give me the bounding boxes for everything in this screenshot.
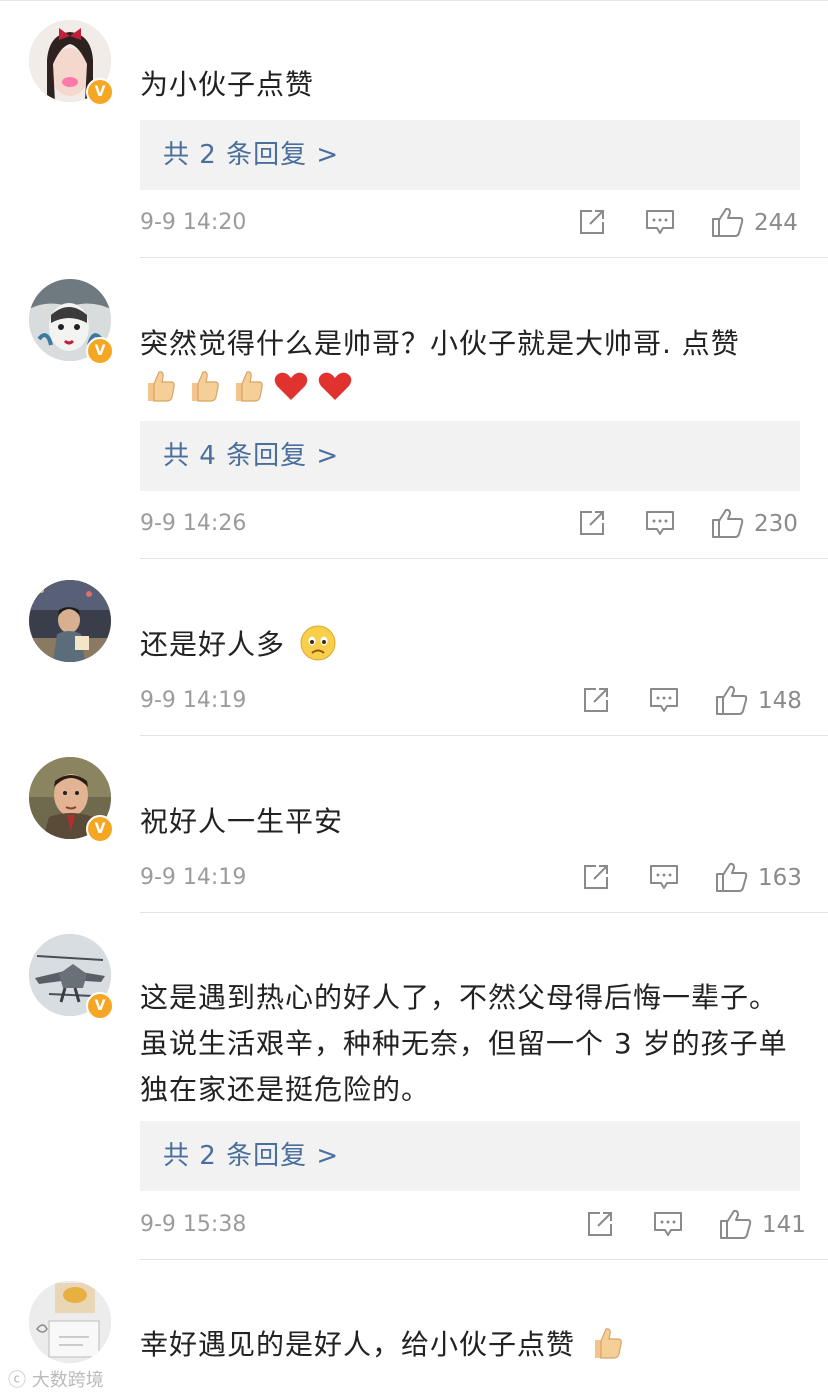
- comment-icon[interactable]: [645, 509, 675, 537]
- comment-text: 这是遇到热心的好人了，不然父母得后悔一辈子。虽说生活艰辛，种种无奈，但留一个 3…: [140, 981, 788, 1106]
- repost-icon[interactable]: [578, 208, 606, 236]
- comment-divider: [140, 735, 828, 736]
- comment-text: 祝好人一生平安: [140, 805, 344, 838]
- repost-icon[interactable]: [582, 686, 610, 714]
- comment-icon[interactable]: [649, 863, 679, 891]
- repost-icon[interactable]: [582, 863, 610, 891]
- verified-badge-icon: V: [86, 992, 114, 1020]
- comment-time: 9-9 14:26: [140, 511, 247, 536]
- like-count: 141: [762, 1212, 806, 1238]
- verified-badge-icon: V: [86, 337, 114, 365]
- comment-text-content: 幸好遇见的是好人，给小伙子点赞: [140, 1328, 576, 1361]
- comment-divider: [140, 1259, 828, 1260]
- comment-text: 还是好人多: [140, 622, 790, 668]
- comment-icon[interactable]: [649, 686, 679, 714]
- watermark-logo-icon: ⓒ: [8, 1370, 32, 1391]
- repost-icon[interactable]: [578, 509, 606, 537]
- user-avatar[interactable]: [29, 1281, 111, 1363]
- thumbs-up-icon[interactable]: [719, 1208, 753, 1240]
- thumbs-up-emoji-icon: [140, 367, 178, 405]
- thumbs-up-icon[interactable]: [715, 861, 749, 893]
- heart-emoji-icon: [272, 367, 310, 405]
- like-count: 163: [758, 865, 802, 891]
- comment-time: 9-9 15:38: [140, 1212, 247, 1237]
- watermark-text: 大数跨境: [31, 1370, 104, 1391]
- thumbs-up-icon[interactable]: [711, 206, 745, 238]
- thumbs-up-icon[interactable]: [715, 684, 749, 716]
- thumbs-up-emoji-icon: [228, 367, 266, 405]
- comment-icon[interactable]: [645, 208, 675, 236]
- comment-text-content: 还是好人多: [140, 628, 286, 661]
- heart-emoji-icon: [316, 367, 354, 405]
- repost-icon[interactable]: [586, 1210, 614, 1238]
- verified-badge-icon: V: [86, 815, 114, 843]
- comment-divider: [140, 912, 828, 913]
- comment-text: 突然觉得什么是帅哥？小伙子就是大帅哥. 点赞: [140, 327, 740, 360]
- thumbs-up-emoji-icon: [594, 1328, 622, 1359]
- view-replies-link[interactable]: 共 2 条回复 >: [140, 1121, 800, 1191]
- thumbs-up-emoji-icon: [184, 367, 222, 405]
- emoji-row: [140, 367, 354, 407]
- comment-divider: [140, 257, 828, 258]
- comment-icon[interactable]: [653, 1210, 683, 1238]
- sad-face-emoji-icon: [300, 625, 336, 661]
- view-replies-link[interactable]: 共 4 条回复 >: [140, 421, 800, 491]
- comment-text: 为小伙子点赞: [140, 68, 315, 101]
- like-count: 230: [754, 511, 798, 537]
- top-divider: [0, 0, 828, 1]
- comment-text: 幸好遇见的是好人，给小伙子点赞: [140, 1322, 790, 1368]
- view-replies-link[interactable]: 共 2 条回复 >: [140, 120, 800, 190]
- verified-badge-icon: V: [86, 78, 114, 106]
- watermark: ⓒ 大数跨境: [8, 1366, 104, 1392]
- thumbs-up-icon[interactable]: [711, 507, 745, 539]
- comment-time: 9-9 14:19: [140, 865, 247, 890]
- like-count: 148: [758, 688, 802, 714]
- user-avatar[interactable]: [29, 580, 111, 662]
- like-count: 244: [754, 210, 798, 236]
- comment-time: 9-9 14:20: [140, 210, 247, 235]
- comment-divider: [140, 558, 828, 559]
- comment-time: 9-9 14:19: [140, 688, 247, 713]
